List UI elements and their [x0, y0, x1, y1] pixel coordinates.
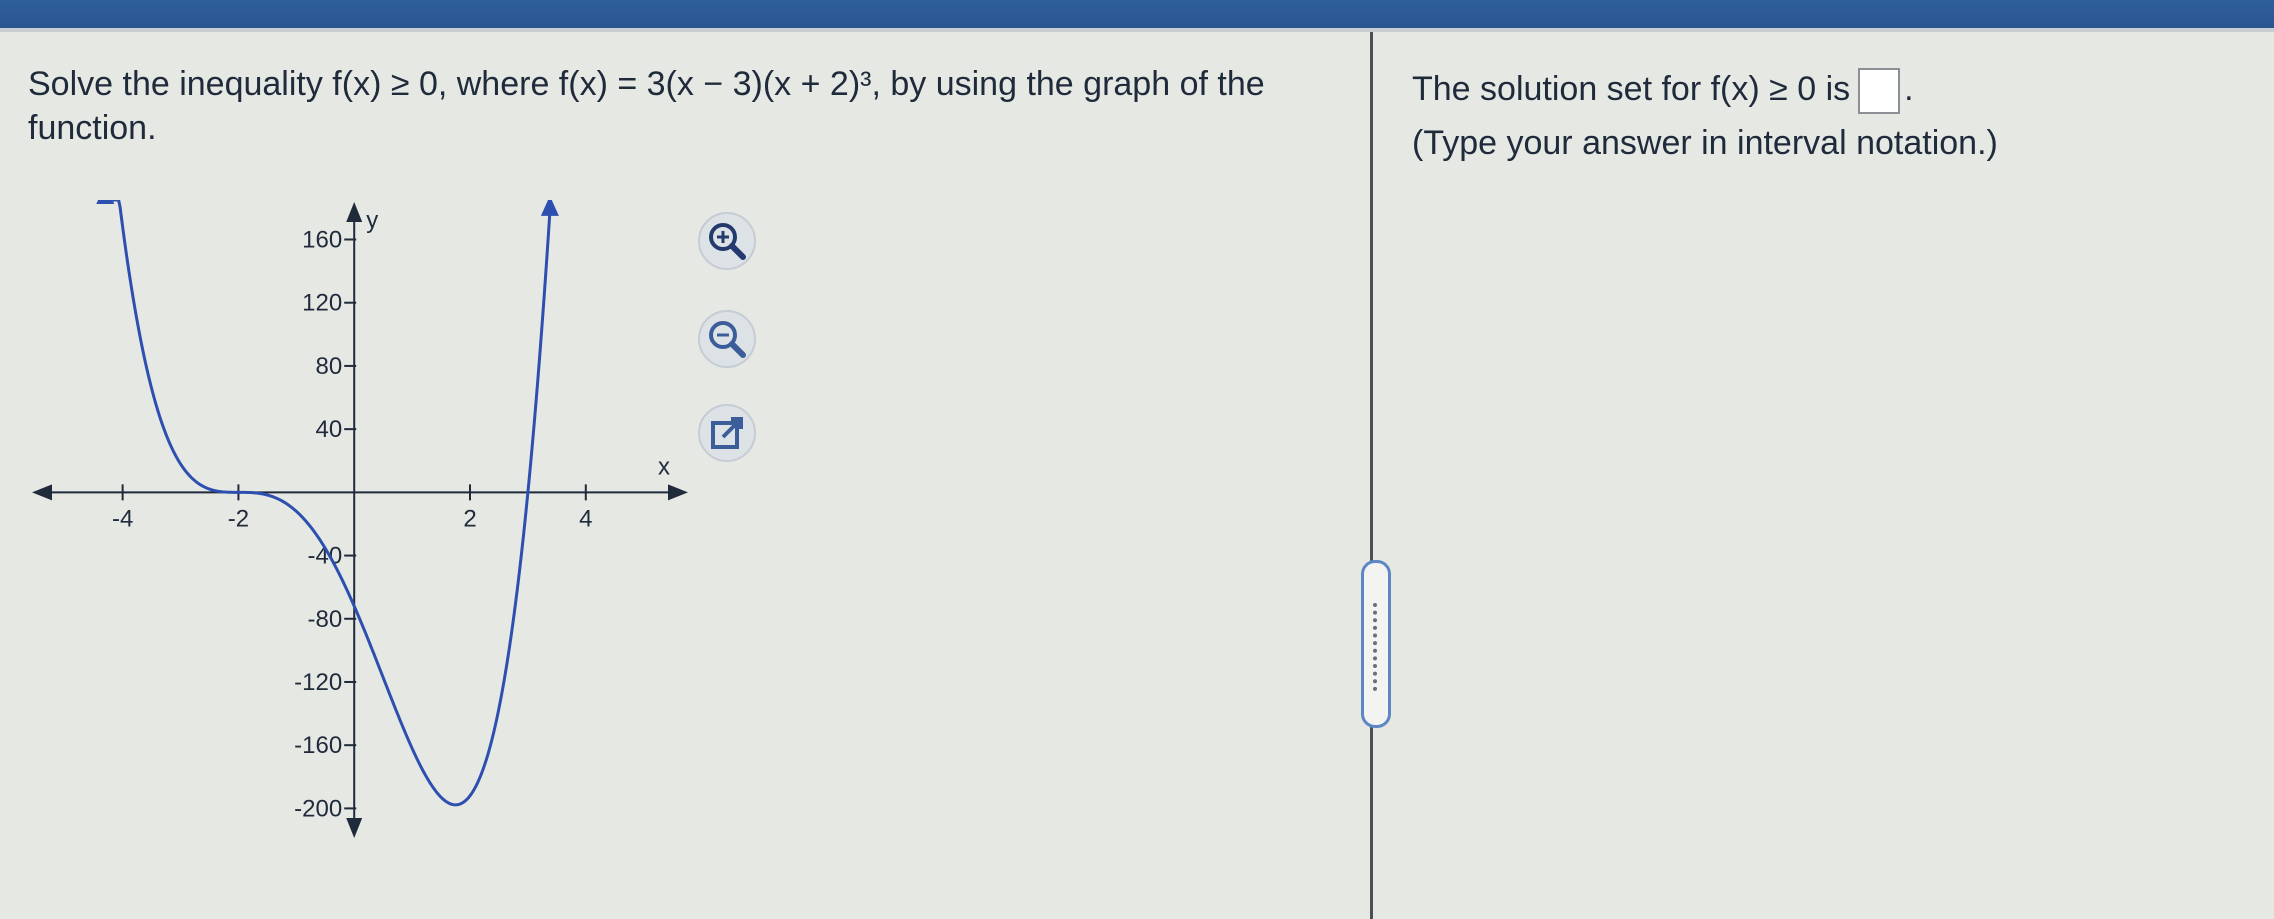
y-axis-label: y [366, 207, 378, 234]
curve-arrow-right [540, 200, 559, 216]
question-text: Solve the inequality f(x) ≥ 0, where f(x… [28, 65, 1265, 147]
pane-resize-handle[interactable] [1361, 560, 1391, 728]
y-tick-label: 40 [316, 416, 343, 443]
y-tick-label: 160 [302, 227, 342, 254]
x-tick-label: 2 [463, 505, 476, 532]
x-tick-label: 4 [579, 505, 592, 532]
zoom-in-icon [709, 223, 746, 260]
curve-arrow-left [96, 200, 115, 204]
zoom-out-button[interactable] [698, 310, 756, 368]
y-axis-arrow-down [346, 818, 363, 838]
y-tick-label: -160 [294, 732, 342, 759]
popout-button[interactable] [698, 404, 756, 462]
answer-prompt: The solution set for f(x) ≥ 0 is [1412, 70, 1851, 108]
grip-dots-icon [1373, 603, 1383, 691]
y-axis-arrow-up [346, 202, 363, 222]
zoom-out-icon [709, 321, 746, 358]
x-tick-label: -4 [112, 505, 133, 532]
x-axis-arrow-right [668, 484, 688, 501]
y-tick-label: -200 [294, 795, 342, 822]
answer-hint: (Type your answer in interval notation.) [1412, 124, 1998, 162]
x-axis-arrow-left [32, 484, 52, 501]
y-tick-label: -80 [308, 606, 343, 633]
x-tick-label: -2 [228, 505, 249, 532]
pane-divider [1370, 32, 1373, 919]
answer-pane: The solution set for f(x) ≥ 0 is. (Type … [1412, 62, 2232, 170]
y-tick-label: -120 [294, 669, 342, 696]
zoom-in-button[interactable] [698, 212, 756, 270]
answer-input[interactable] [1858, 68, 1901, 115]
function-graph: -4 -2 2 41601208040-40-80-120-160-200xy [32, 200, 688, 838]
external-window-icon [711, 417, 743, 449]
top-bar [0, 0, 2274, 28]
y-tick-label: 120 [302, 290, 342, 317]
x-axis-label: x [658, 453, 670, 480]
y-tick-label: 80 [316, 353, 343, 380]
answer-prompt-end: . [1904, 70, 1914, 108]
